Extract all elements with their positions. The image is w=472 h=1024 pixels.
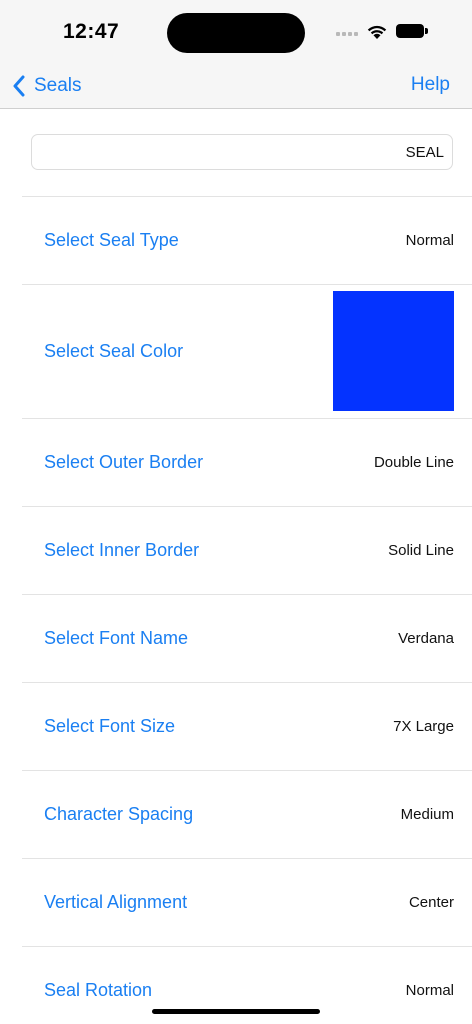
outer-border-label: Select Outer Border [44, 452, 204, 472]
wifi-icon [367, 25, 387, 39]
seal-rotation-label: Seal Rotation [44, 980, 153, 1000]
font-name-value: Verdana [398, 630, 454, 647]
battery-icon [396, 24, 428, 38]
home-indicator [152, 1009, 320, 1014]
chevron-left-icon [13, 75, 25, 97]
status-bar: 12:47 [0, 0, 472, 64]
status-time: 12:47 [63, 20, 120, 43]
vertical-alignment-label: Vertical Alignment [44, 892, 188, 912]
inner-border-value: Solid Line [388, 542, 454, 559]
seal-color-label: Select Seal Color [44, 341, 184, 361]
help-button[interactable]: Help [411, 74, 450, 96]
font-name-label: Select Font Name [44, 628, 189, 648]
settings-list: SEAL Select Seal Type Normal Select Seal… [0, 109, 472, 1024]
character-spacing-label: Character Spacing [44, 804, 194, 824]
outer-border-value: Double Line [373, 454, 454, 471]
seal-type-value: Normal [405, 232, 454, 249]
inner-border-row[interactable]: Select Inner Border Solid Line [22, 507, 472, 594]
vertical-alignment-value: Center [408, 894, 454, 911]
font-size-label: Select Font Size [44, 716, 176, 736]
back-button[interactable]: Seals [12, 72, 82, 100]
font-size-row[interactable]: Select Font Size 7X Large [22, 683, 472, 770]
seal-type-label: Select Seal Type [44, 230, 179, 250]
outer-border-row[interactable]: Select Outer Border Double Line [22, 419, 472, 506]
navigation-bar: Seals Help [0, 64, 472, 109]
vertical-alignment-row[interactable]: Vertical Alignment Center [22, 859, 472, 946]
seal-type-row[interactable]: Select Seal Type Normal [22, 197, 472, 284]
seal-color-swatch[interactable] [333, 291, 454, 411]
back-button-label: Seals [34, 75, 82, 96]
inner-border-label: Select Inner Border [44, 540, 200, 560]
dynamic-island [167, 13, 305, 53]
font-name-row[interactable]: Select Font Name Verdana [22, 595, 472, 682]
character-spacing-row[interactable]: Character Spacing Medium [22, 771, 472, 858]
seal-text-field[interactable]: SEAL [31, 134, 453, 170]
character-spacing-value: Medium [400, 806, 454, 823]
seal-rotation-value: Normal [405, 982, 454, 999]
font-size-value: 7X Large [393, 718, 454, 735]
